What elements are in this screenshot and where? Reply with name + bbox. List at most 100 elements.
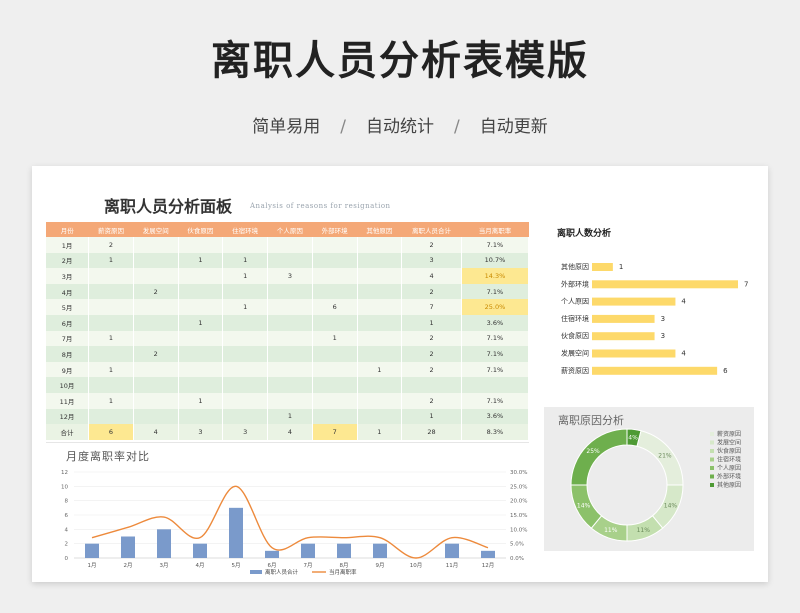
tag-auto-update: 自动更新: [479, 117, 548, 137]
legend-label-line: 当月离职率: [329, 568, 357, 576]
count-cell: [88, 346, 134, 362]
count-cell: [88, 377, 134, 393]
legend-label: 伙食原因: [717, 447, 741, 455]
count-cell: [357, 330, 403, 347]
count-cell: [357, 314, 403, 331]
count-cell: [133, 330, 179, 347]
bar: [592, 280, 738, 289]
bar-value-label: 4: [681, 298, 686, 306]
rate-cell: 7.1%: [461, 330, 530, 347]
slice-percent-label: 14%: [664, 502, 678, 509]
total-cell: 2: [401, 392, 462, 409]
count-cell: [133, 314, 179, 331]
donut-slice: [570, 428, 628, 486]
table-row: 8月 2 2 7.1%: [46, 346, 530, 362]
pie-chart-title: 离职原因分析: [558, 414, 624, 427]
monthly-rate-chart: 0 0.0%2 5.0%4 10.0%6 15.0%8 20.0%10 25.0%12 30.…: [61, 470, 527, 576]
x-tick-label: 11月: [446, 562, 459, 569]
x-tick-label: 7月: [304, 562, 313, 569]
month-cell: 3月: [46, 268, 90, 284]
y-right-tick: 5.0%: [510, 542, 524, 548]
legend-label: 个人原因: [717, 465, 741, 472]
bar-category-label: 个人原因: [561, 298, 589, 306]
count-cell: [133, 361, 179, 378]
bar-value-label: 7: [744, 280, 748, 288]
x-tick-label: 9月: [376, 562, 385, 569]
month-cell: 5月: [46, 299, 90, 315]
count-cell: 2: [133, 346, 179, 362]
total-count-cell: 3: [222, 424, 269, 440]
legend-swatch: [710, 483, 714, 487]
rate-cell: 3.6%: [461, 408, 530, 425]
count-cell: [357, 283, 403, 300]
column-header: 发展空间: [133, 222, 179, 237]
total-count-cell: 3: [178, 424, 224, 440]
month-cell: 6月: [46, 314, 90, 331]
bar: [592, 349, 676, 358]
rate-cell: [461, 377, 530, 393]
y-right-tick: 0.0%: [510, 556, 524, 562]
total-row: 合计 6 4 3 3 4 7 1 28 8.3%: [46, 424, 530, 440]
table-row: 9月 1 1 2 7.1%: [46, 361, 530, 378]
count-cell: [222, 314, 269, 331]
count-cell: [357, 268, 403, 284]
rate-cell: 7.1%: [461, 237, 530, 253]
count-cell: [133, 299, 179, 315]
table-row: 4月 2 2 7.1%: [46, 283, 530, 300]
count-cell: [267, 330, 313, 347]
count-cell: [178, 408, 224, 425]
legend-label: 发展空间: [717, 439, 741, 447]
count-cell: [312, 252, 358, 269]
count-cell: [357, 299, 403, 315]
main-title: 离职人员分析表模版: [211, 38, 589, 84]
x-tick-label: 2月: [124, 562, 133, 569]
count-cell: [312, 377, 358, 393]
count-cell: [312, 237, 358, 253]
count-cell: [222, 346, 269, 362]
table-row: 7月 1 1 2 7.1%: [46, 330, 530, 347]
table-row: 12月 1 1 3.6%: [46, 408, 530, 425]
bar: [592, 332, 655, 341]
count-cell: [133, 392, 179, 409]
dashboard-title: 离职人员分析面板: [104, 197, 233, 216]
count-cell: [267, 314, 313, 331]
month-cell: 2月: [46, 252, 90, 269]
count-cell: [267, 346, 313, 362]
count-cell: 1: [222, 252, 269, 269]
count-cell: [312, 392, 358, 409]
headcount-bar-chart: 其他原因 1 外部环境 7 个人原因 4 住宿环境 3 伙食原因 3 发展空间 4 薪资原因 6: [561, 262, 748, 375]
month-cell: 4月: [46, 283, 90, 300]
count-cell: [178, 283, 224, 300]
count-cell: [267, 237, 313, 253]
count-cell: [133, 268, 179, 284]
month-cell: 7月: [46, 330, 90, 347]
month-bar: [373, 543, 387, 558]
table-row: 11月 1 1 2 7.1%: [46, 392, 530, 409]
count-cell: [88, 283, 134, 300]
count-cell: [88, 314, 134, 331]
y-left-tick: 6: [65, 513, 69, 519]
y-right-tick: 15.0%: [510, 513, 527, 519]
y-left-tick: 8: [65, 499, 69, 505]
legend-swatch: [710, 474, 714, 479]
bar-category-label: 其他原因: [561, 262, 589, 271]
x-tick-label: 6月: [268, 562, 277, 569]
month-bar: [193, 543, 207, 558]
tag-easy: 简单易用: [252, 117, 321, 137]
total-cell: 2: [401, 330, 462, 347]
count-cell: 2: [88, 237, 134, 253]
count-cell: [178, 299, 224, 315]
total-cell: 2: [401, 346, 462, 362]
count-cell: 1: [312, 330, 358, 347]
count-cell: [312, 408, 358, 425]
count-cell: [312, 361, 358, 378]
slice-percent-label: 14%: [577, 502, 591, 509]
table-row: 5月 1 6 7 25.0%: [46, 299, 530, 315]
count-cell: [178, 361, 224, 378]
rate-cell: 25.0%: [461, 299, 530, 315]
count-cell: [133, 252, 179, 269]
bar: [592, 263, 613, 271]
rate-cell: 7.1%: [461, 283, 530, 300]
month-bar: [157, 529, 171, 558]
resignation-table: 月份 薪资原因 发展空间 伙食原因 住宿环境 个人原因 外部环境 其他原因 离职人员合计 当月离职…: [46, 222, 530, 440]
